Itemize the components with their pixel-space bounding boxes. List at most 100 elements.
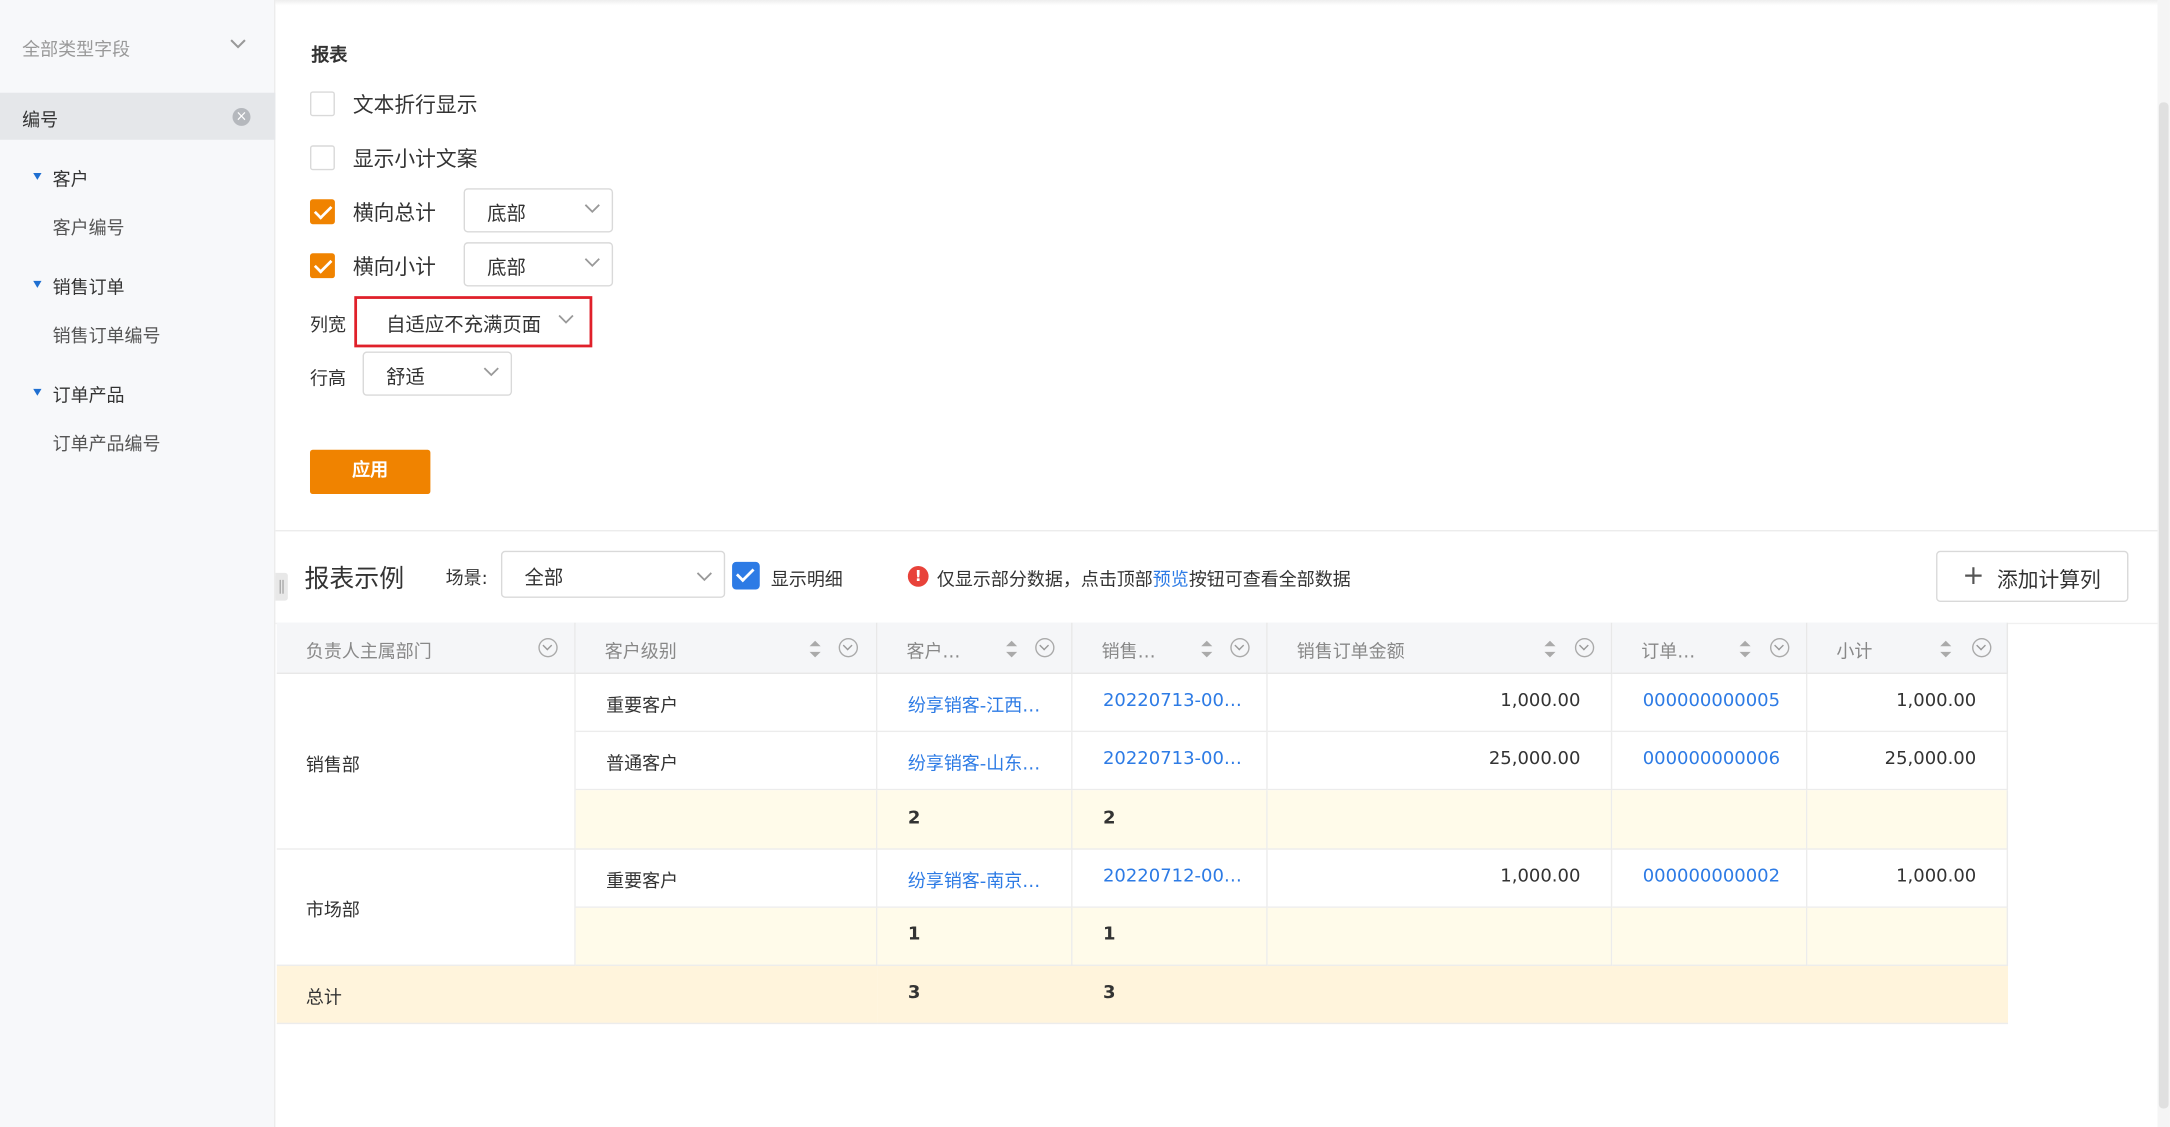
h-total-checkbox[interactable] — [309, 199, 335, 225]
field-sidebar: 全部类型字段 编号 × 客户 客户编号 销售订单 销售订单编号 订单产品 订单产… — [0, 0, 276, 1127]
sidebar-group-label: 销售订单 — [52, 278, 125, 299]
sidebar-item-order-product-number[interactable]: 订单产品编号 — [53, 429, 161, 456]
sidebar-group-customer[interactable]: 客户 — [0, 161, 275, 194]
subtotal-cell-order: 1 — [1072, 907, 1268, 966]
field-type-label: 全部类型字段 — [22, 40, 131, 61]
sort-icon[interactable] — [1738, 639, 1752, 658]
h-subtotal-position-select[interactable]: 底部 — [463, 242, 614, 287]
add-calc-column-button[interactable]: + 添加计算列 — [1936, 550, 2129, 602]
sidebar-item-customer-number[interactable]: 客户编号 — [53, 213, 125, 240]
subtotal-count: 1 — [907, 924, 921, 946]
filter-icon[interactable] — [838, 637, 859, 658]
table-cell-customer: 纷享销客-山东… — [877, 732, 1073, 791]
scene-label: 场景: — [445, 568, 488, 590]
show-detail-checkbox[interactable] — [732, 561, 760, 590]
filter-icon[interactable] — [1770, 637, 1790, 658]
h-total-position-value: 底部 — [487, 203, 526, 226]
data-notice: 仅显示部分数据，点击顶部预览按钮可查看全部数据 — [937, 565, 1351, 591]
row-height-label: 行高 — [309, 369, 346, 391]
total-label-cell: 总计 — [276, 965, 878, 1025]
filter-icon[interactable] — [1574, 637, 1595, 658]
cell-text: 普通客户 — [606, 754, 679, 775]
chevron-down-icon — [584, 204, 600, 214]
h-subtotal-label: 横向小计 — [352, 254, 436, 280]
field-type-dropdown[interactable]: 全部类型字段 — [0, 19, 275, 74]
wrap-text-checkbox[interactable] — [309, 91, 335, 117]
add-calc-column-label: 添加计算列 — [1996, 567, 2101, 593]
total-cell-order: 3 — [1072, 965, 2009, 1025]
column-header-label: 客户… — [906, 642, 961, 663]
customer-link[interactable]: 纷享销客-山东… — [908, 749, 1040, 775]
column-header-level[interactable]: 客户级别 — [575, 622, 878, 674]
column-header-label: 小计 — [1836, 642, 1873, 663]
cell-text: 重要客户 — [606, 696, 679, 717]
sidebar-group-label: 客户 — [52, 170, 89, 191]
sort-icon[interactable] — [1939, 639, 1953, 658]
show-subtotal-text-checkbox[interactable] — [309, 145, 335, 171]
report-table: 负责人主属部门 客户级别 客户… 销售… 销售订单金额 订单… 小计 销售部 重… — [276, 622, 2009, 1026]
column-header-subtotal[interactable]: 小计 — [1807, 622, 2009, 674]
dept-cell: 销售部 — [276, 673, 576, 850]
column-header-product[interactable]: 订单… — [1612, 622, 1808, 674]
sort-icon[interactable] — [808, 639, 822, 658]
apply-button[interactable]: 应用 — [309, 449, 431, 495]
selected-field[interactable]: 编号 × — [0, 92, 276, 140]
column-header-label: 销售订单金额 — [1296, 642, 1405, 663]
product-link[interactable]: 000000000005 — [1643, 691, 1780, 712]
column-header-amount[interactable]: 销售订单金额 — [1267, 622, 1613, 674]
total-cell-customer: 3 — [877, 965, 1073, 1025]
table-cell-order: 20220713-00… — [1072, 732, 1268, 791]
scene-value: 全部 — [524, 567, 564, 590]
column-header-sales-order[interactable]: 销售… — [1072, 622, 1268, 674]
subtotal-cell — [575, 790, 878, 850]
row-height-select[interactable]: 舒适 — [362, 351, 513, 396]
customer-link[interactable]: 纷享销客-南京… — [908, 866, 1040, 893]
section-divider — [275, 530, 2158, 532]
cell-text: 1,000.00 — [1896, 690, 1977, 712]
sidebar-group-sales-order[interactable]: 销售订单 — [0, 268, 275, 301]
table-cell-amount: 1,000.00 — [1267, 849, 1613, 908]
order-link[interactable]: 20220713-00… — [1103, 749, 1242, 770]
h-total-label: 横向总计 — [352, 200, 436, 226]
subtotal-count: 1 — [1102, 924, 1116, 946]
order-link[interactable]: 20220712-00… — [1103, 866, 1242, 887]
filter-icon[interactable] — [1035, 637, 1055, 658]
subtotal-cell — [575, 907, 878, 966]
filter-icon[interactable] — [1230, 637, 1250, 658]
notice-text-after: 按钮可查看全部数据 — [1188, 570, 1351, 591]
sort-icon[interactable] — [1200, 639, 1214, 658]
product-link[interactable]: 000000000006 — [1643, 749, 1780, 770]
collapse-handle[interactable] — [275, 572, 288, 601]
filter-icon[interactable] — [1972, 637, 1992, 658]
subtotal-cell-order: 2 — [1072, 790, 1268, 850]
sidebar-item-sales-order-number[interactable]: 销售订单编号 — [53, 321, 161, 348]
table-cell-order: 20220713-00… — [1072, 673, 1268, 733]
scene-select[interactable]: 全部 — [500, 550, 726, 598]
preview-link[interactable]: 预览 — [1153, 570, 1189, 591]
h-total-position-select[interactable]: 底部 — [463, 188, 614, 233]
dept-label: 市场部 — [305, 900, 360, 922]
customer-link[interactable]: 纷享销客-江西… — [908, 691, 1040, 717]
column-header-dept[interactable]: 负责人主属部门 — [276, 622, 576, 674]
table-cell-product: 000000000006 — [1612, 732, 1808, 791]
subtotal-count: 2 — [907, 808, 921, 829]
column-header-label: 订单… — [1641, 642, 1696, 663]
sort-icon[interactable] — [1005, 639, 1019, 658]
h-subtotal-checkbox[interactable] — [309, 253, 335, 279]
caret-down-icon — [33, 172, 42, 180]
col-width-label: 列宽 — [309, 315, 346, 337]
clear-icon[interactable]: × — [232, 107, 251, 126]
sort-icon[interactable] — [1543, 639, 1557, 658]
sidebar-group-order-product[interactable]: 订单产品 — [0, 376, 275, 409]
product-link[interactable]: 000000000002 — [1643, 866, 1780, 887]
filter-icon[interactable] — [538, 637, 558, 658]
subtotal-cell — [1612, 907, 1808, 966]
scrollbar-thumb[interactable] — [2158, 102, 2169, 1109]
show-detail-label: 显示明细 — [770, 570, 843, 591]
caret-down-icon — [33, 388, 42, 396]
column-header-customer[interactable]: 客户… — [877, 622, 1073, 674]
subtotal-count: 2 — [1102, 808, 1116, 829]
sidebar-group-label: 订单产品 — [52, 386, 125, 407]
order-link[interactable]: 20220713-00… — [1103, 691, 1242, 712]
table-cell-customer: 纷享销客-南京… — [877, 849, 1073, 908]
